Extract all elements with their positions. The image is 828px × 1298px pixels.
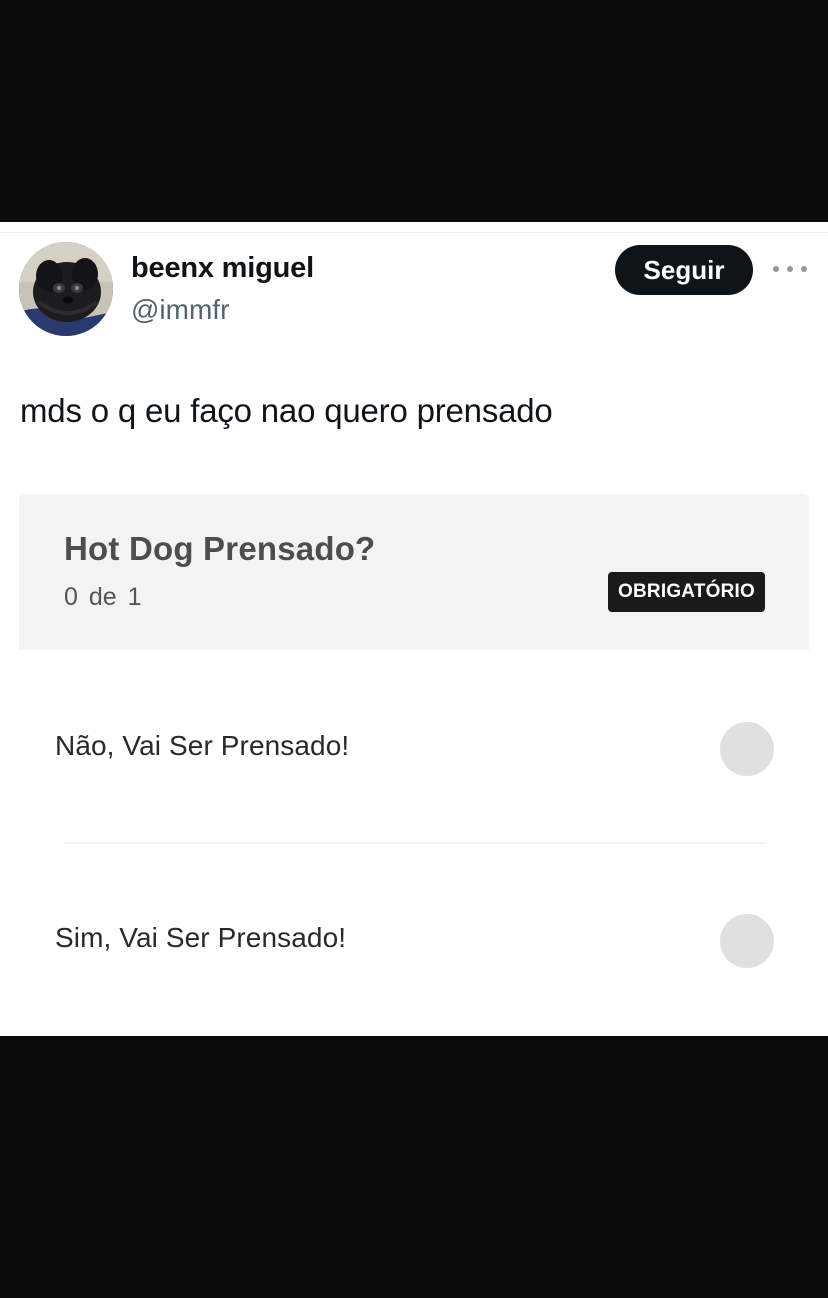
- selection-count: 0 de 1: [64, 583, 142, 611]
- option-label: Não, Vai Ser Prensado!: [55, 730, 350, 761]
- top-black-band: [0, 0, 828, 222]
- top-divider: [0, 232, 828, 233]
- bottom-black-band: [0, 1036, 828, 1298]
- option-divider: [64, 842, 766, 844]
- follow-button[interactable]: Seguir: [615, 245, 753, 295]
- question-title: Hot Dog Prensado?: [64, 530, 376, 567]
- more-dot: [787, 266, 793, 272]
- author-display-name[interactable]: beenx miguel: [131, 252, 314, 285]
- avatar-dog-icon: [19, 242, 113, 336]
- option-label: Sim, Vai Ser Prensado!: [55, 922, 347, 953]
- author-handle[interactable]: @immfr: [131, 294, 229, 326]
- option-sim-prensado[interactable]: Sim, Vai Ser Prensado!: [19, 867, 809, 1017]
- more-horizontal-icon[interactable]: [773, 262, 807, 276]
- avatar[interactable]: [19, 242, 113, 336]
- radio-button[interactable]: [720, 722, 774, 776]
- radio-button[interactable]: [720, 914, 774, 968]
- option-nao-prensado[interactable]: Não, Vai Ser Prensado!: [19, 675, 809, 825]
- more-dot: [801, 266, 807, 272]
- question-header: Hot Dog Prensado? 0 de 1 OBRIGATÓRIO: [19, 494, 809, 650]
- tweet-text: mds o q eu faço nao quero prensado: [20, 392, 553, 429]
- more-dot: [773, 266, 779, 272]
- required-badge: OBRIGATÓRIO: [608, 572, 765, 612]
- tweet-card: beenx miguel @immfr Seguir mds o q eu fa…: [0, 222, 828, 1036]
